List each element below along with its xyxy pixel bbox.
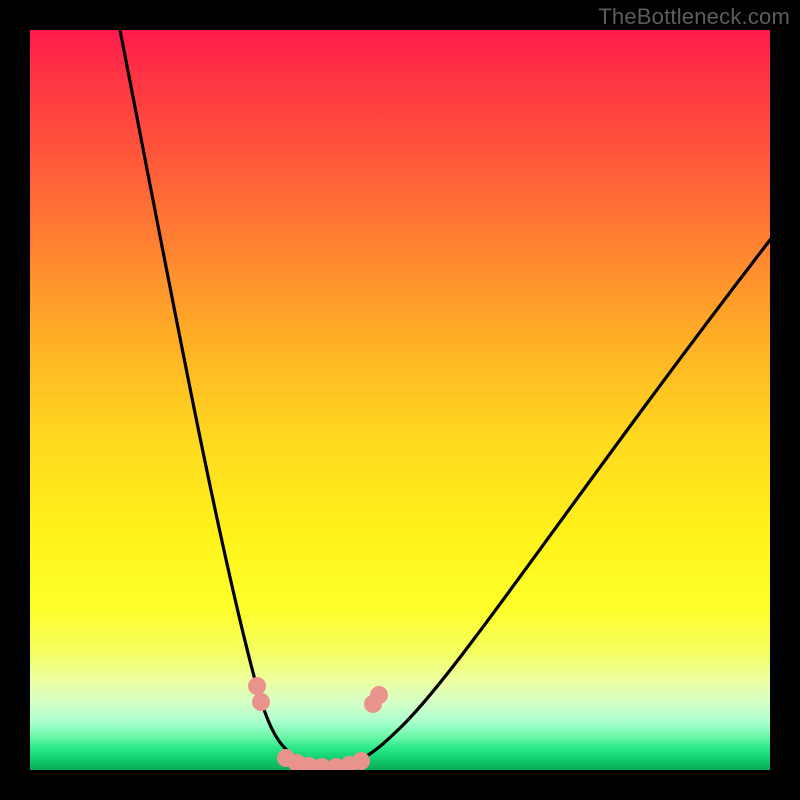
watermark-text: TheBottleneck.com (598, 4, 790, 30)
marker-dot (352, 752, 370, 770)
bottleneck-curve (30, 30, 770, 770)
marker-dot (248, 677, 266, 695)
marker-dot (252, 693, 270, 711)
marker-dot (370, 686, 388, 704)
plot-area (30, 30, 770, 770)
chart-frame: TheBottleneck.com (0, 0, 800, 800)
curve-path (120, 30, 770, 768)
